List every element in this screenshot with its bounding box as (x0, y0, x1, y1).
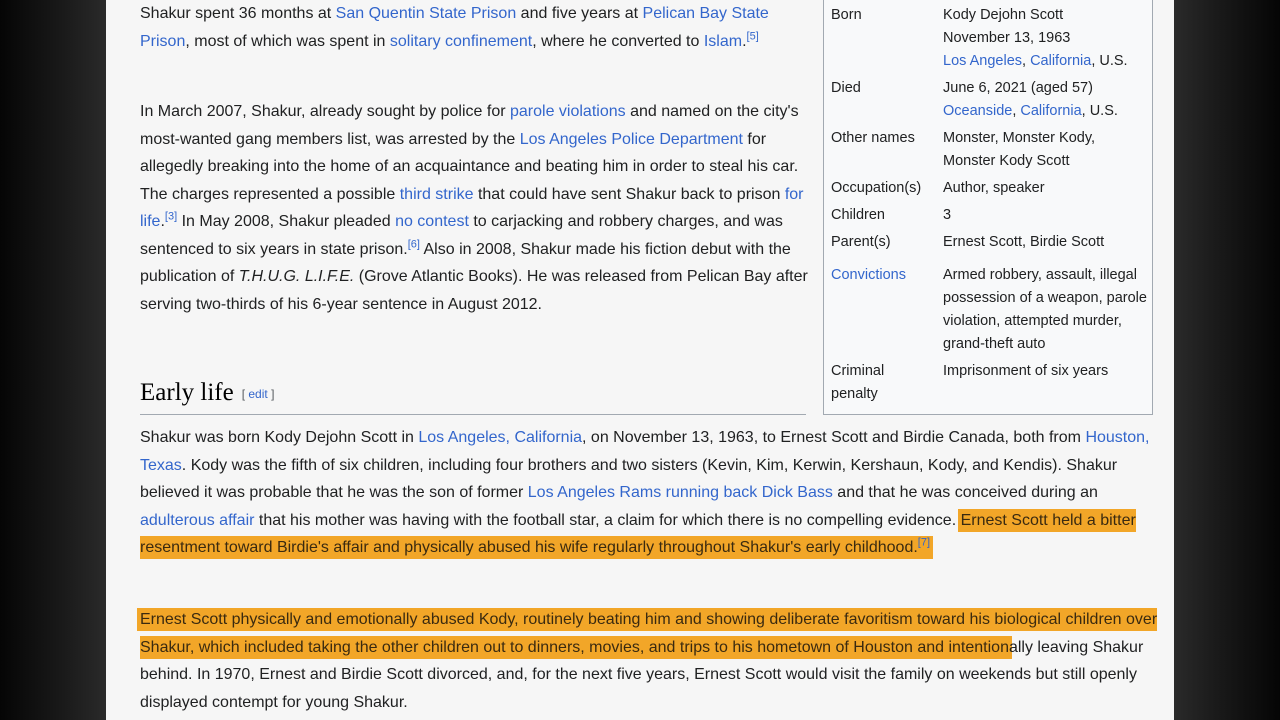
link-running-back[interactable]: running back (666, 484, 758, 501)
infobox-value: Armed robbery, assault, illegal possessi… (943, 267, 1147, 352)
infobox-label: Convictions (824, 254, 940, 356)
bracket: ] (267, 387, 275, 402)
link-died-state[interactable]: California (1020, 103, 1081, 119)
link-no-contest[interactable]: no contest (395, 213, 469, 230)
link-lapd[interactable]: Los Angeles Police Department (520, 131, 743, 148)
paragraph-prison: Shakur spent 36 months at San Quentin St… (140, 0, 808, 55)
article-page: Shakur spent 36 months at San Quentin St… (106, 0, 1174, 720)
infobox-label: Other names (831, 130, 915, 146)
citation-5[interactable]: [5] (747, 30, 759, 42)
text: In March 2007, Shakur, already sought by… (140, 103, 510, 120)
infobox-row-other-names: Other names Monster, Monster Kody, Monst… (824, 123, 1152, 173)
highlighted-text: Ernest Scott physically and emotionally … (140, 611, 1158, 656)
infobox-value: June 6, 2021 (aged 57) Oceanside, Califo… (940, 73, 1152, 123)
link-solitary-confinement[interactable]: solitary confinement (390, 33, 532, 50)
book-title: T.H.U.G. L.I.F.E. (238, 268, 355, 285)
infobox-label: Born (831, 7, 862, 23)
citation-3[interactable]: [3] (165, 211, 177, 223)
text: , U.S. (1081, 103, 1118, 119)
text: , U.S. (1091, 53, 1128, 69)
infobox-row-occupation: Occupation(s) Author, speaker (824, 173, 1152, 200)
text: , where he converted to (532, 32, 704, 50)
text: that could have sent Shakur back to pris… (473, 185, 785, 203)
edit-link[interactable]: edit (248, 387, 267, 401)
text: Shakur was born Kody Dejohn Scott in (140, 429, 419, 446)
right-vignette (1174, 0, 1280, 720)
link-adulterous-affair[interactable]: adulterous affair (140, 512, 254, 529)
infobox-label: Children (831, 207, 885, 223)
link-los-angeles-california[interactable]: Los Angeles, California (418, 429, 582, 446)
text: and that he was conceived during an (832, 484, 1098, 501)
link-died-city[interactable]: Oceanside (943, 103, 1012, 119)
text: , on November 13, 1963, to Ernest Scott … (582, 429, 1086, 446)
death-date: June 6, 2021 (aged 57) (943, 80, 1093, 96)
citation-6[interactable]: [6] (408, 238, 420, 250)
text: that his mother was having with the foot… (254, 511, 961, 529)
infobox-row-children: Children 3 (824, 200, 1152, 227)
link-born-state[interactable]: California (1030, 53, 1091, 69)
birth-date: November 13, 1963 (943, 30, 1071, 46)
infobox-row-convictions: Convictions Armed robbery, assault, ille… (824, 254, 1152, 356)
link-convictions[interactable]: Convictions (831, 267, 906, 283)
text: , (1022, 53, 1031, 69)
text: , most of which was spent in (185, 32, 390, 50)
infobox-label: Parent(s) (831, 234, 891, 250)
infobox-row-parents: Parent(s) Ernest Scott, Birdie Scott (824, 227, 1152, 254)
left-vignette (0, 0, 106, 720)
link-los-angeles-rams[interactable]: Los Angeles Rams (528, 484, 661, 501)
paragraph-arrest: In March 2007, Shakur, already sought by… (140, 98, 808, 318)
edit-section: [ edit ] (242, 387, 275, 401)
infobox-value: Monster, Monster Kody, Monster Kody Scot… (943, 130, 1096, 169)
text: and five years at (516, 5, 643, 22)
death-place: Oceanside, California, U.S. (943, 100, 1148, 123)
birth-place: Los Angeles, California, U.S. (943, 50, 1148, 73)
link-san-quentin[interactable]: San Quentin State Prison (336, 5, 517, 22)
paragraph-birth: Shakur was born Kody Dejohn Scott in Los… (140, 424, 1158, 562)
link-islam[interactable]: Islam (704, 33, 742, 50)
text: Shakur spent 36 months at (140, 5, 336, 22)
link-third-strike[interactable]: third strike (400, 186, 474, 203)
section-heading-early-life: Early life [ edit ] (140, 374, 806, 415)
citation-7[interactable]: [7] (918, 537, 930, 549)
link-dick-bass[interactable]: Dick Bass (762, 484, 833, 501)
infobox-value: 3 (943, 207, 952, 223)
infobox-value: Kody Dejohn Scott November 13, 1963 Los … (940, 0, 1152, 73)
infobox-value: Imprisonment of six years (943, 363, 1109, 379)
infobox-row-died: Died June 6, 2021 (aged 57) Oceanside, C… (824, 73, 1152, 123)
infobox-label: Occupation(s) (831, 180, 922, 196)
paragraph-abuse: Ernest Scott physically and emotionally … (140, 606, 1158, 716)
infobox-label: Criminal penalty (831, 363, 885, 402)
infobox-value: Ernest Scott, Birdie Scott (943, 234, 1105, 250)
infobox: Born Kody Dejohn Scott November 13, 1963… (823, 0, 1153, 415)
section-title: Early life (140, 379, 234, 406)
infobox-row-penalty: Criminal penalty Imprisonment of six yea… (824, 356, 1152, 406)
birth-name: Kody Dejohn Scott (943, 7, 1064, 23)
text: In May 2008, Shakur pleaded (177, 213, 396, 230)
link-parole-violations[interactable]: parole violations (510, 103, 626, 120)
link-born-city[interactable]: Los Angeles (943, 53, 1022, 69)
infobox-row-born: Born Kody Dejohn Scott November 13, 1963… (824, 0, 1152, 73)
infobox-value: Author, speaker (943, 180, 1045, 196)
infobox-label: Died (831, 80, 861, 96)
